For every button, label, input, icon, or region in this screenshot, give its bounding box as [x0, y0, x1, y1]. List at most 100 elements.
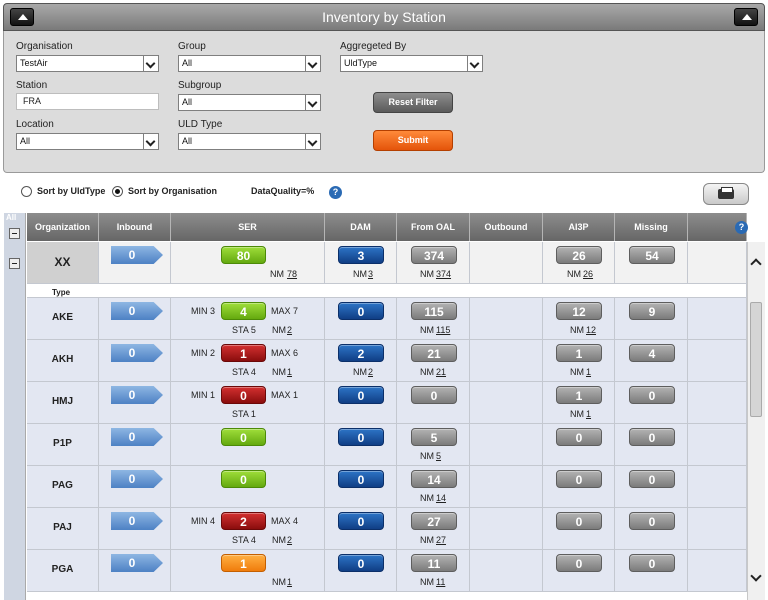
dam-badge[interactable]: 0	[338, 428, 384, 446]
oal-badge[interactable]: 115	[411, 302, 457, 320]
subgroup-select[interactable]: All	[178, 94, 321, 111]
dam-badge[interactable]: 0	[338, 512, 384, 530]
inbound-badge[interactable]: 0	[111, 512, 163, 530]
ser-min-label: MIN 3	[191, 306, 216, 316]
column-header[interactable]: Organization	[27, 213, 99, 241]
ai3p-badge[interactable]: 0	[556, 470, 602, 488]
ai3p-badge[interactable]: 12	[556, 302, 602, 320]
group-label: Group	[178, 41, 206, 52]
missing-badge[interactable]: 0	[629, 512, 675, 530]
ai3p-nm-link[interactable]: 1	[586, 409, 591, 419]
oal-nm-link[interactable]: 21	[436, 367, 446, 377]
oal-badge[interactable]: 14	[411, 470, 457, 488]
ser-badge[interactable]: 0	[221, 470, 266, 488]
oal-nm-link[interactable]: 14	[436, 493, 446, 503]
collapse-left-button[interactable]	[10, 8, 34, 26]
ai3p-nm-link[interactable]: 12	[586, 325, 596, 335]
submit-button[interactable]: Submit	[373, 130, 453, 151]
column-header[interactable]: Inbound	[99, 213, 171, 241]
oal-badge[interactable]: 0	[411, 386, 457, 404]
ser-nm-link[interactable]: 78	[287, 269, 297, 279]
column-header[interactable]: Outbound	[470, 213, 543, 241]
column-header[interactable]: AI3P	[543, 213, 615, 241]
ai3p-badge[interactable]: 0	[556, 428, 602, 446]
ser-nm-link[interactable]: 1	[287, 577, 292, 587]
dam-nm-link[interactable]: 2	[368, 367, 373, 377]
inbound-badge[interactable]: 0	[111, 246, 163, 264]
ser-badge[interactable]: 4	[221, 302, 266, 320]
scroll-thumb[interactable]	[750, 302, 762, 417]
column-header[interactable]: SER	[171, 213, 325, 241]
collapse-right-button[interactable]	[734, 8, 758, 26]
dam-badge[interactable]: 0	[338, 386, 384, 404]
ai3p-nm-link[interactable]: 26	[583, 269, 593, 279]
oal-badge[interactable]: 27	[411, 512, 457, 530]
scroll-down-icon[interactable]	[751, 572, 761, 582]
collapse-all-icon[interactable]	[9, 228, 20, 239]
chevron-down-icon	[305, 95, 320, 110]
grid-help-icon[interactable]: ?	[735, 221, 748, 234]
oal-nm-link[interactable]: 27	[436, 535, 446, 545]
organisation-select[interactable]: TestAir	[16, 55, 159, 72]
group-select[interactable]: All	[178, 55, 321, 72]
ser-badge[interactable]: 1	[221, 344, 266, 362]
ser-badge[interactable]: 1	[221, 554, 266, 572]
missing-badge[interactable]: 4	[629, 344, 675, 362]
aggregated-select[interactable]: UldType	[340, 55, 483, 72]
oal-badge[interactable]: 5	[411, 428, 457, 446]
vertical-scrollbar[interactable]	[747, 242, 765, 600]
column-header[interactable]: Missing	[615, 213, 688, 241]
inbound-badge[interactable]: 0	[111, 428, 163, 446]
reset-filter-button[interactable]: Reset Filter	[373, 92, 453, 113]
missing-badge[interactable]: 9	[629, 302, 675, 320]
ai3p-nm-link[interactable]: 1	[586, 367, 591, 377]
ser-badge[interactable]: 2	[221, 512, 266, 530]
ser-nm-link[interactable]: 2	[287, 325, 292, 335]
scroll-up-icon[interactable]	[751, 256, 761, 266]
column-header[interactable]: From OAL	[397, 213, 470, 241]
ai3p-badge[interactable]: 1	[556, 344, 602, 362]
ai3p-badge[interactable]: 0	[556, 554, 602, 572]
oal-nm-link[interactable]: 11	[436, 577, 445, 587]
ai3p-badge[interactable]: 26	[556, 246, 602, 264]
location-select[interactable]: All	[16, 133, 159, 150]
dam-badge[interactable]: 2	[338, 344, 384, 362]
ser-badge[interactable]: 0	[221, 386, 266, 404]
missing-badge[interactable]: 0	[629, 554, 675, 572]
oal-nm-link[interactable]: 115	[436, 325, 450, 335]
ser-max-label: MAX 1	[271, 390, 299, 400]
dam-badge[interactable]: 0	[338, 554, 384, 572]
oal-badge[interactable]: 21	[411, 344, 457, 362]
ser-badge[interactable]: 0	[221, 428, 266, 446]
missing-badge[interactable]: 0	[629, 386, 675, 404]
missing-badge[interactable]: 0	[629, 428, 675, 446]
oal-badge[interactable]: 374	[411, 246, 457, 264]
sort-organisation-radio[interactable]	[112, 186, 123, 197]
ser-badge[interactable]: 80	[221, 246, 266, 264]
inbound-badge[interactable]: 0	[111, 344, 163, 362]
ai3p-badge[interactable]: 1	[556, 386, 602, 404]
inbound-badge[interactable]: 0	[111, 470, 163, 488]
sort-uldtype-radio[interactable]	[21, 186, 32, 197]
dam-nm-link[interactable]: 3	[368, 269, 373, 279]
inbound-badge[interactable]: 0	[111, 302, 163, 320]
missing-badge[interactable]: 54	[629, 246, 675, 264]
dam-badge[interactable]: 3	[338, 246, 384, 264]
collapse-org-icon[interactable]	[9, 258, 20, 269]
dam-badge[interactable]: 0	[338, 470, 384, 488]
column-header[interactable]: DAM	[325, 213, 397, 241]
oal-nm-link[interactable]: 374	[436, 269, 451, 279]
oal-badge[interactable]: 11	[411, 554, 457, 572]
ser-nm-link[interactable]: 1	[287, 367, 292, 377]
missing-badge[interactable]: 0	[629, 470, 675, 488]
uldtype-select[interactable]: All	[178, 133, 321, 150]
help-icon[interactable]: ?	[329, 186, 342, 199]
inbound-badge[interactable]: 0	[111, 554, 163, 572]
ai3p-badge[interactable]: 0	[556, 512, 602, 530]
ser-nm-link[interactable]: 2	[287, 535, 292, 545]
oal-nm-link[interactable]: 5	[436, 451, 441, 461]
print-button[interactable]	[703, 183, 749, 205]
station-input[interactable]: FRA	[16, 93, 159, 110]
dam-badge[interactable]: 0	[338, 302, 384, 320]
inbound-badge[interactable]: 0	[111, 386, 163, 404]
